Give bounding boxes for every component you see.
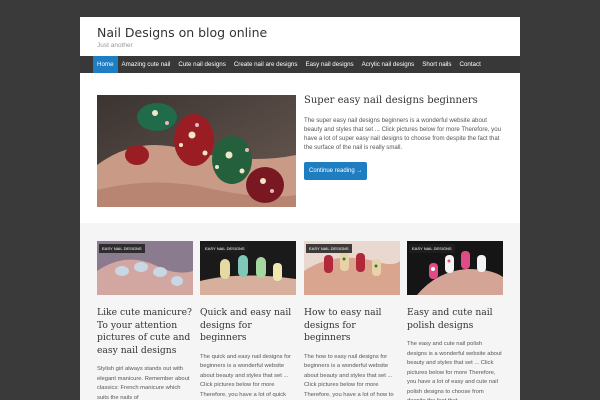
- post-card: EASY NAIL DESIGNS How to easy nail desig…: [304, 241, 400, 400]
- featured-image[interactable]: [97, 95, 296, 207]
- post-title[interactable]: Easy and cute nail polish designs: [407, 307, 503, 332]
- page: Nail Designs on blog online Just another…: [80, 17, 520, 400]
- post-image[interactable]: EASY NAIL DESIGNS: [200, 241, 296, 295]
- featured-excerpt: The super easy nail designs beginners is…: [304, 117, 502, 151]
- post-title[interactable]: How to easy nail designs for beginners: [304, 307, 400, 345]
- nav-item-contact[interactable]: Contact: [455, 56, 484, 73]
- site-header: Nail Designs on blog online Just another: [80, 17, 520, 56]
- post-title[interactable]: Quick and easy nail designs for beginner…: [200, 307, 296, 345]
- site-title[interactable]: Nail Designs on blog online: [97, 25, 520, 40]
- post-grid: EASY NAIL DESIGNS Like cute manicure? To…: [80, 223, 520, 400]
- site-description: Just another: [97, 42, 133, 49]
- post-title[interactable]: Like cute manicure? To your attention pi…: [97, 307, 193, 357]
- post-image[interactable]: EASY NAIL DESIGNS: [97, 241, 193, 295]
- featured-post: Super easy nail designs beginners The su…: [80, 73, 520, 223]
- post-excerpt: Stylish girl always stands out with eleg…: [97, 366, 190, 400]
- post-image[interactable]: EASY NAIL DESIGNS: [407, 241, 503, 295]
- nav-item-acrylic-nail-designs[interactable]: Acrylic nail designs: [358, 56, 419, 73]
- nav-item-easy-nail-designs[interactable]: Easy nail designs: [301, 56, 357, 73]
- continue-reading-button[interactable]: Continue reading →: [304, 162, 368, 180]
- category-badge[interactable]: EASY NAIL DESIGNS: [409, 244, 455, 253]
- post-excerpt: The how to easy nail designs for beginne…: [304, 353, 394, 398]
- post-card: EASY NAIL DESIGNS Easy and cute nail pol…: [407, 241, 503, 400]
- post-excerpt: The easy and cute nail polish designs is…: [407, 341, 502, 400]
- nav-item-amazing-cute-nail[interactable]: Amazing cute nail: [118, 56, 175, 73]
- nav-item-short-nails[interactable]: Short nails: [418, 56, 455, 73]
- nav-item-create-nail-designs[interactable]: Create nail are designs: [230, 56, 302, 73]
- main-nav: Home Amazing cute nail Cute nail designs…: [80, 56, 520, 73]
- category-badge[interactable]: EASY NAIL DESIGNS: [99, 244, 145, 253]
- nav-item-cute-nail-designs[interactable]: Cute nail designs: [174, 56, 229, 73]
- featured-title[interactable]: Super easy nail designs beginners: [304, 95, 504, 106]
- featured-body: Super easy nail designs beginners The su…: [304, 95, 504, 180]
- post-image[interactable]: EASY NAIL DESIGNS: [304, 241, 400, 295]
- nav-item-home[interactable]: Home: [93, 56, 118, 73]
- post-excerpt: The quick and easy nail designs for begi…: [200, 353, 291, 398]
- category-badge[interactable]: EASY NAIL DESIGNS: [306, 244, 352, 253]
- post-card: EASY NAIL DESIGNS Quick and easy nail de…: [200, 241, 296, 400]
- category-badge[interactable]: EASY NAIL DESIGNS: [202, 244, 248, 253]
- post-card: EASY NAIL DESIGNS Like cute manicure? To…: [97, 241, 193, 400]
